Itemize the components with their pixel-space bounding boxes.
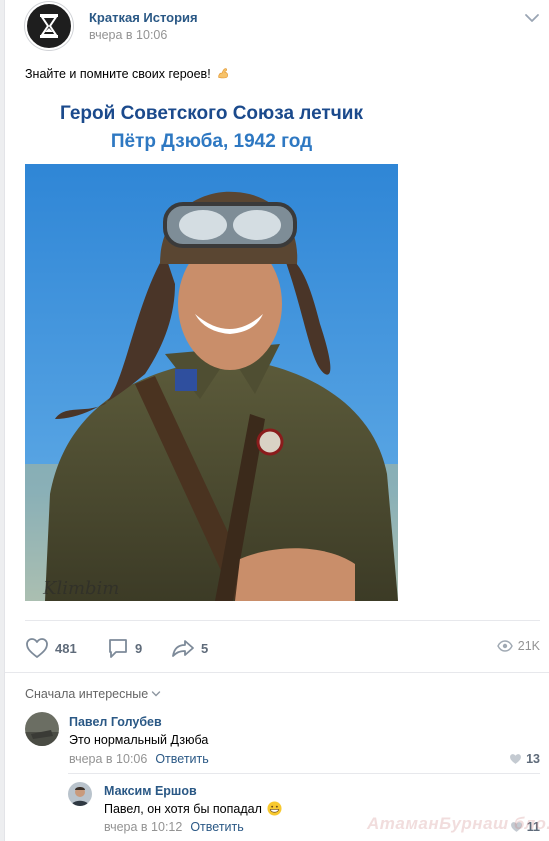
comment-like-count: 13	[526, 752, 540, 766]
comment-icon	[109, 639, 127, 658]
post-card: Краткая История вчера в 10:06 Знайте и п…	[4, 0, 549, 841]
post-photo[interactable]: Klimbim	[25, 164, 398, 601]
grinning-face-icon	[267, 801, 282, 816]
comment-author[interactable]: Павел Голубев	[69, 715, 162, 729]
comment-text: Павел, он хотя бы попадал	[104, 801, 282, 816]
reply-link[interactable]: Ответить	[155, 752, 208, 766]
post-time[interactable]: вчера в 10:06	[89, 28, 167, 42]
divider	[68, 773, 540, 774]
reply-link[interactable]: Ответить	[190, 820, 243, 834]
comment-meta: вчера в 10:12 Ответить	[104, 820, 244, 834]
views-counter: 21K	[496, 639, 540, 653]
like-count: 481	[55, 640, 77, 656]
chevron-down-icon[interactable]	[524, 12, 540, 24]
comment-time[interactable]: вчера в 10:12	[104, 820, 182, 834]
views-count: 21K	[517, 639, 540, 653]
comment-text-body: Павел, он хотя бы попадал	[104, 802, 262, 816]
hourglass-icon	[40, 14, 58, 38]
share-count: 5	[201, 640, 209, 656]
heart-icon	[510, 754, 522, 764]
comment-meta: вчера в 10:06 Ответить	[69, 752, 209, 766]
comment-author[interactable]: Максим Ершов	[104, 784, 197, 798]
comments-sort-dropdown[interactable]: Сначала интересные	[25, 687, 161, 701]
image-caption: Герой Советского Союза летчик Пётр Дзюба…	[25, 100, 398, 156]
share-button[interactable]: 5	[171, 637, 208, 659]
comment-count: 9	[135, 640, 143, 656]
caption-line-1: Герой Советского Союза летчик	[60, 103, 363, 124]
avatar[interactable]	[68, 782, 92, 806]
comment-time[interactable]: вчера в 10:06	[69, 752, 147, 766]
share-arrow-icon	[172, 640, 194, 657]
pilot-portrait-image: Klimbim	[25, 164, 398, 601]
post-text-body: Знайте и помните своих героев!	[25, 67, 211, 81]
caption-line-2: Пётр Дзюба, 1942 год	[110, 131, 313, 152]
sort-label: Сначала интересные	[25, 687, 149, 701]
eye-icon	[496, 640, 513, 652]
comment-button[interactable]: 9	[107, 637, 142, 659]
flexed-biceps-icon	[218, 68, 229, 79]
divider	[5, 672, 549, 673]
like-button[interactable]: 481	[25, 637, 77, 659]
user-avatar-image	[25, 712, 59, 746]
comment-like-button[interactable]: 13	[509, 752, 540, 766]
group-name[interactable]: Краткая История	[89, 10, 198, 25]
photo-signature: Klimbim	[42, 578, 119, 599]
heart-icon	[26, 638, 48, 658]
comment-text: Это нормальный Дзюба	[69, 733, 209, 747]
user-avatar-image	[68, 782, 92, 806]
post-text: Знайте и помните своих героев!	[25, 66, 230, 81]
post-header: Краткая История вчера в 10:06	[25, 2, 540, 52]
post-actions: 481 9 5 21K	[25, 620, 540, 672]
comment-item: Павел Голубев Это нормальный Дзюба вчера…	[25, 712, 540, 772]
group-avatar[interactable]	[25, 2, 73, 50]
avatar[interactable]	[25, 712, 59, 746]
watermark: АтаманБурнаш бло.. Ф	[367, 814, 549, 833]
chevron-down-icon	[152, 691, 161, 697]
